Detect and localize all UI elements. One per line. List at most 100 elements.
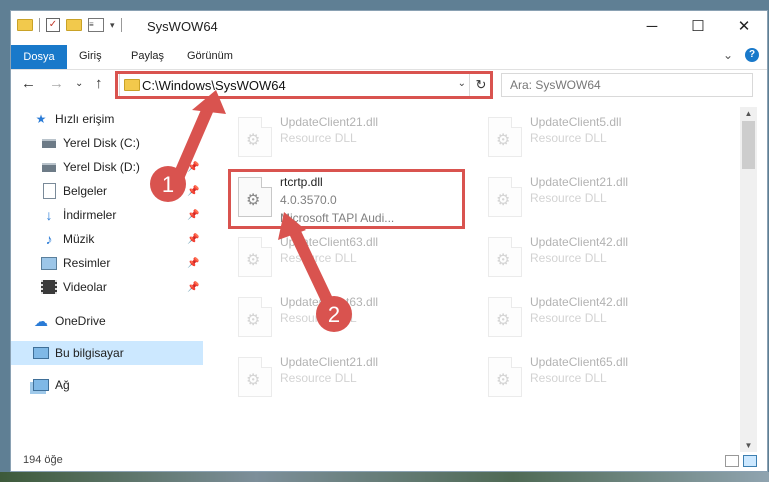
search-placeholder: Ara: SysWOW64 [510, 78, 601, 92]
up-button[interactable]: ↑ [95, 75, 103, 92]
maximize-button[interactable]: ☐ [675, 11, 721, 41]
file-tile[interactable]: ⚙ UpdateClient21.dll Resource DLL [216, 111, 446, 163]
file-name: UpdateClient21.dll [280, 115, 379, 129]
pin-icon[interactable]: 📌 [187, 186, 199, 197]
tab-view[interactable]: Görünüm [187, 50, 233, 62]
pin-icon[interactable]: 📌 [187, 234, 199, 245]
pin-icon[interactable]: 📌 [187, 162, 199, 173]
explorer-window: ✓ ≡ ▾ SysWOW64 ─ ☐ ✕ Dosya Giriş Paylaş … [10, 10, 768, 472]
computer-icon [33, 345, 49, 361]
dll-file-icon: ⚙ [488, 297, 522, 337]
file-description: Resource DLL [530, 251, 607, 265]
close-button[interactable]: ✕ [721, 11, 767, 41]
pin-icon[interactable]: 📌 [187, 210, 199, 221]
scrollbar-thumb[interactable] [742, 121, 755, 169]
dll-file-icon: ⚙ [238, 357, 272, 397]
search-box[interactable]: Ara: SysWOW64 [501, 73, 753, 97]
sidebar-item-videos[interactable]: Videolar 📌 [11, 275, 203, 299]
file-tile[interactable]: ⚙ UpdateClient42.dll Resource DLL [466, 291, 696, 343]
sidebar-item-label: Belgeler [63, 184, 108, 198]
music-icon: ♪ [45, 231, 53, 247]
details-view-icon[interactable] [725, 455, 739, 467]
navigation-pane: ★ Hızlı erişim Yerel Disk (C:) 📌 Yerel D… [11, 107, 206, 447]
file-name: UpdateClient42.dll [530, 295, 629, 309]
file-description: Resource DLL [530, 131, 607, 145]
recent-locations-button[interactable]: ⌄ [75, 78, 83, 89]
file-tile[interactable]: ⚙ UpdateClient65.dll Resource DLL [466, 351, 696, 403]
dll-file-icon: ⚙ [488, 117, 522, 157]
pin-icon[interactable]: 📌 [187, 138, 199, 149]
tab-home[interactable]: Giriş [79, 50, 102, 62]
file-name: UpdateClient63.dll [280, 235, 379, 249]
dll-file-icon: ⚙ [238, 117, 272, 157]
sidebar-item-music[interactable]: ♪ Müzik 📌 [11, 227, 203, 251]
item-count: 194 öğe [23, 454, 63, 466]
new-folder-icon[interactable] [66, 19, 82, 31]
desktop-background [0, 472, 769, 482]
cloud-icon: ☁ [34, 312, 48, 329]
drive-icon [41, 135, 57, 151]
tab-share[interactable]: Paylaş [131, 50, 164, 62]
file-tile[interactable]: ⚙ UpdateClient42.dll Resource DLL [466, 231, 696, 283]
drive-icon [41, 159, 57, 175]
scroll-down-icon[interactable]: ▼ [740, 441, 757, 450]
file-tile[interactable]: ⚙ UpdateClient21.dll Resource DLL [216, 351, 446, 403]
sidebar-item-documents[interactable]: Belgeler 📌 [11, 179, 203, 203]
properties-check-icon[interactable]: ✓ [46, 18, 60, 32]
file-description: Resource DLL [280, 311, 357, 325]
sidebar-item-label: Hızlı erişim [55, 112, 115, 126]
file-name: UpdateClient65.dll [530, 355, 629, 369]
sidebar-item-drive-c[interactable]: Yerel Disk (C:) 📌 [11, 131, 203, 155]
customize-toolbar-icon[interactable]: ▾ [110, 20, 115, 31]
sidebar-item-this-pc[interactable]: Bu bilgisayar [11, 341, 203, 365]
videos-icon [41, 279, 57, 295]
help-icon[interactable]: ? [745, 48, 759, 62]
sidebar-item-label: Bu bilgisayar [55, 346, 124, 360]
view-options-icon[interactable]: ≡ [88, 18, 104, 32]
sidebar-item-onedrive[interactable]: ☁ OneDrive [11, 309, 203, 333]
large-icons-view-icon[interactable] [743, 455, 757, 467]
pictures-icon [41, 255, 57, 271]
pin-icon[interactable]: 📌 [187, 282, 199, 293]
file-highlight-box [228, 169, 465, 229]
minimize-button[interactable]: ─ [629, 11, 675, 41]
dll-file-icon: ⚙ [488, 237, 522, 277]
sidebar-item-label: Videolar [63, 280, 107, 294]
dll-file-icon: ⚙ [238, 297, 272, 337]
file-list: ⚙ UpdateClient21.dll Resource DLL ⚙ rtcr… [216, 107, 738, 452]
dll-file-icon: ⚙ [488, 357, 522, 397]
file-description: Resource DLL [530, 371, 607, 385]
file-description: Resource DLL [280, 251, 357, 265]
sidebar-item-pictures[interactable]: Resimler 📌 [11, 251, 203, 275]
file-description: Resource DLL [530, 191, 607, 205]
sidebar-item-quick-access[interactable]: ★ Hızlı erişim [11, 107, 203, 131]
back-button[interactable]: ← [21, 75, 36, 92]
file-name: UpdateClient42.dll [530, 235, 629, 249]
dll-file-icon: ⚙ [488, 177, 522, 217]
file-name: UpdateClient5.dll [530, 115, 622, 129]
file-tile[interactable]: ⚙ UpdateClient5.dll Resource DLL [466, 111, 696, 163]
sidebar-item-downloads[interactable]: ↓ İndirmeler 📌 [11, 203, 203, 227]
dll-file-icon: ⚙ [238, 237, 272, 277]
vertical-scrollbar[interactable]: ▲ ▼ [740, 107, 757, 452]
forward-button[interactable]: → [49, 75, 64, 92]
sidebar-item-label: Resimler [63, 256, 111, 270]
file-description: Resource DLL [280, 131, 357, 145]
file-description: Resource DLL [530, 311, 607, 325]
file-description: Resource DLL [280, 371, 357, 385]
tab-file[interactable]: Dosya [11, 45, 67, 69]
file-tile[interactable]: ⚙ UpdateClient21.dll Resource DLL [466, 171, 696, 223]
file-tile[interactable]: ⚙ UpdateClient63.dll Resource DLL [216, 231, 446, 283]
sidebar-item-label: Müzik [63, 232, 95, 246]
expand-ribbon-icon[interactable]: ⌄ [723, 48, 733, 62]
toolbar-divider [39, 18, 40, 32]
scroll-up-icon[interactable]: ▲ [740, 109, 757, 118]
file-tile[interactable]: ⚙ UpdateClient63.dll Resource DLL [216, 291, 446, 343]
sidebar-item-label: OneDrive [55, 314, 106, 328]
sidebar-item-drive-d[interactable]: Yerel Disk (D:) 📌 [11, 155, 203, 179]
pin-icon[interactable]: 📌 [187, 258, 199, 269]
sidebar-item-label: Yerel Disk (C:) [63, 136, 140, 150]
sidebar-item-network[interactable]: Ağ [11, 373, 203, 397]
toolbar-divider [120, 18, 122, 32]
file-name: UpdateClient21.dll [280, 355, 379, 369]
